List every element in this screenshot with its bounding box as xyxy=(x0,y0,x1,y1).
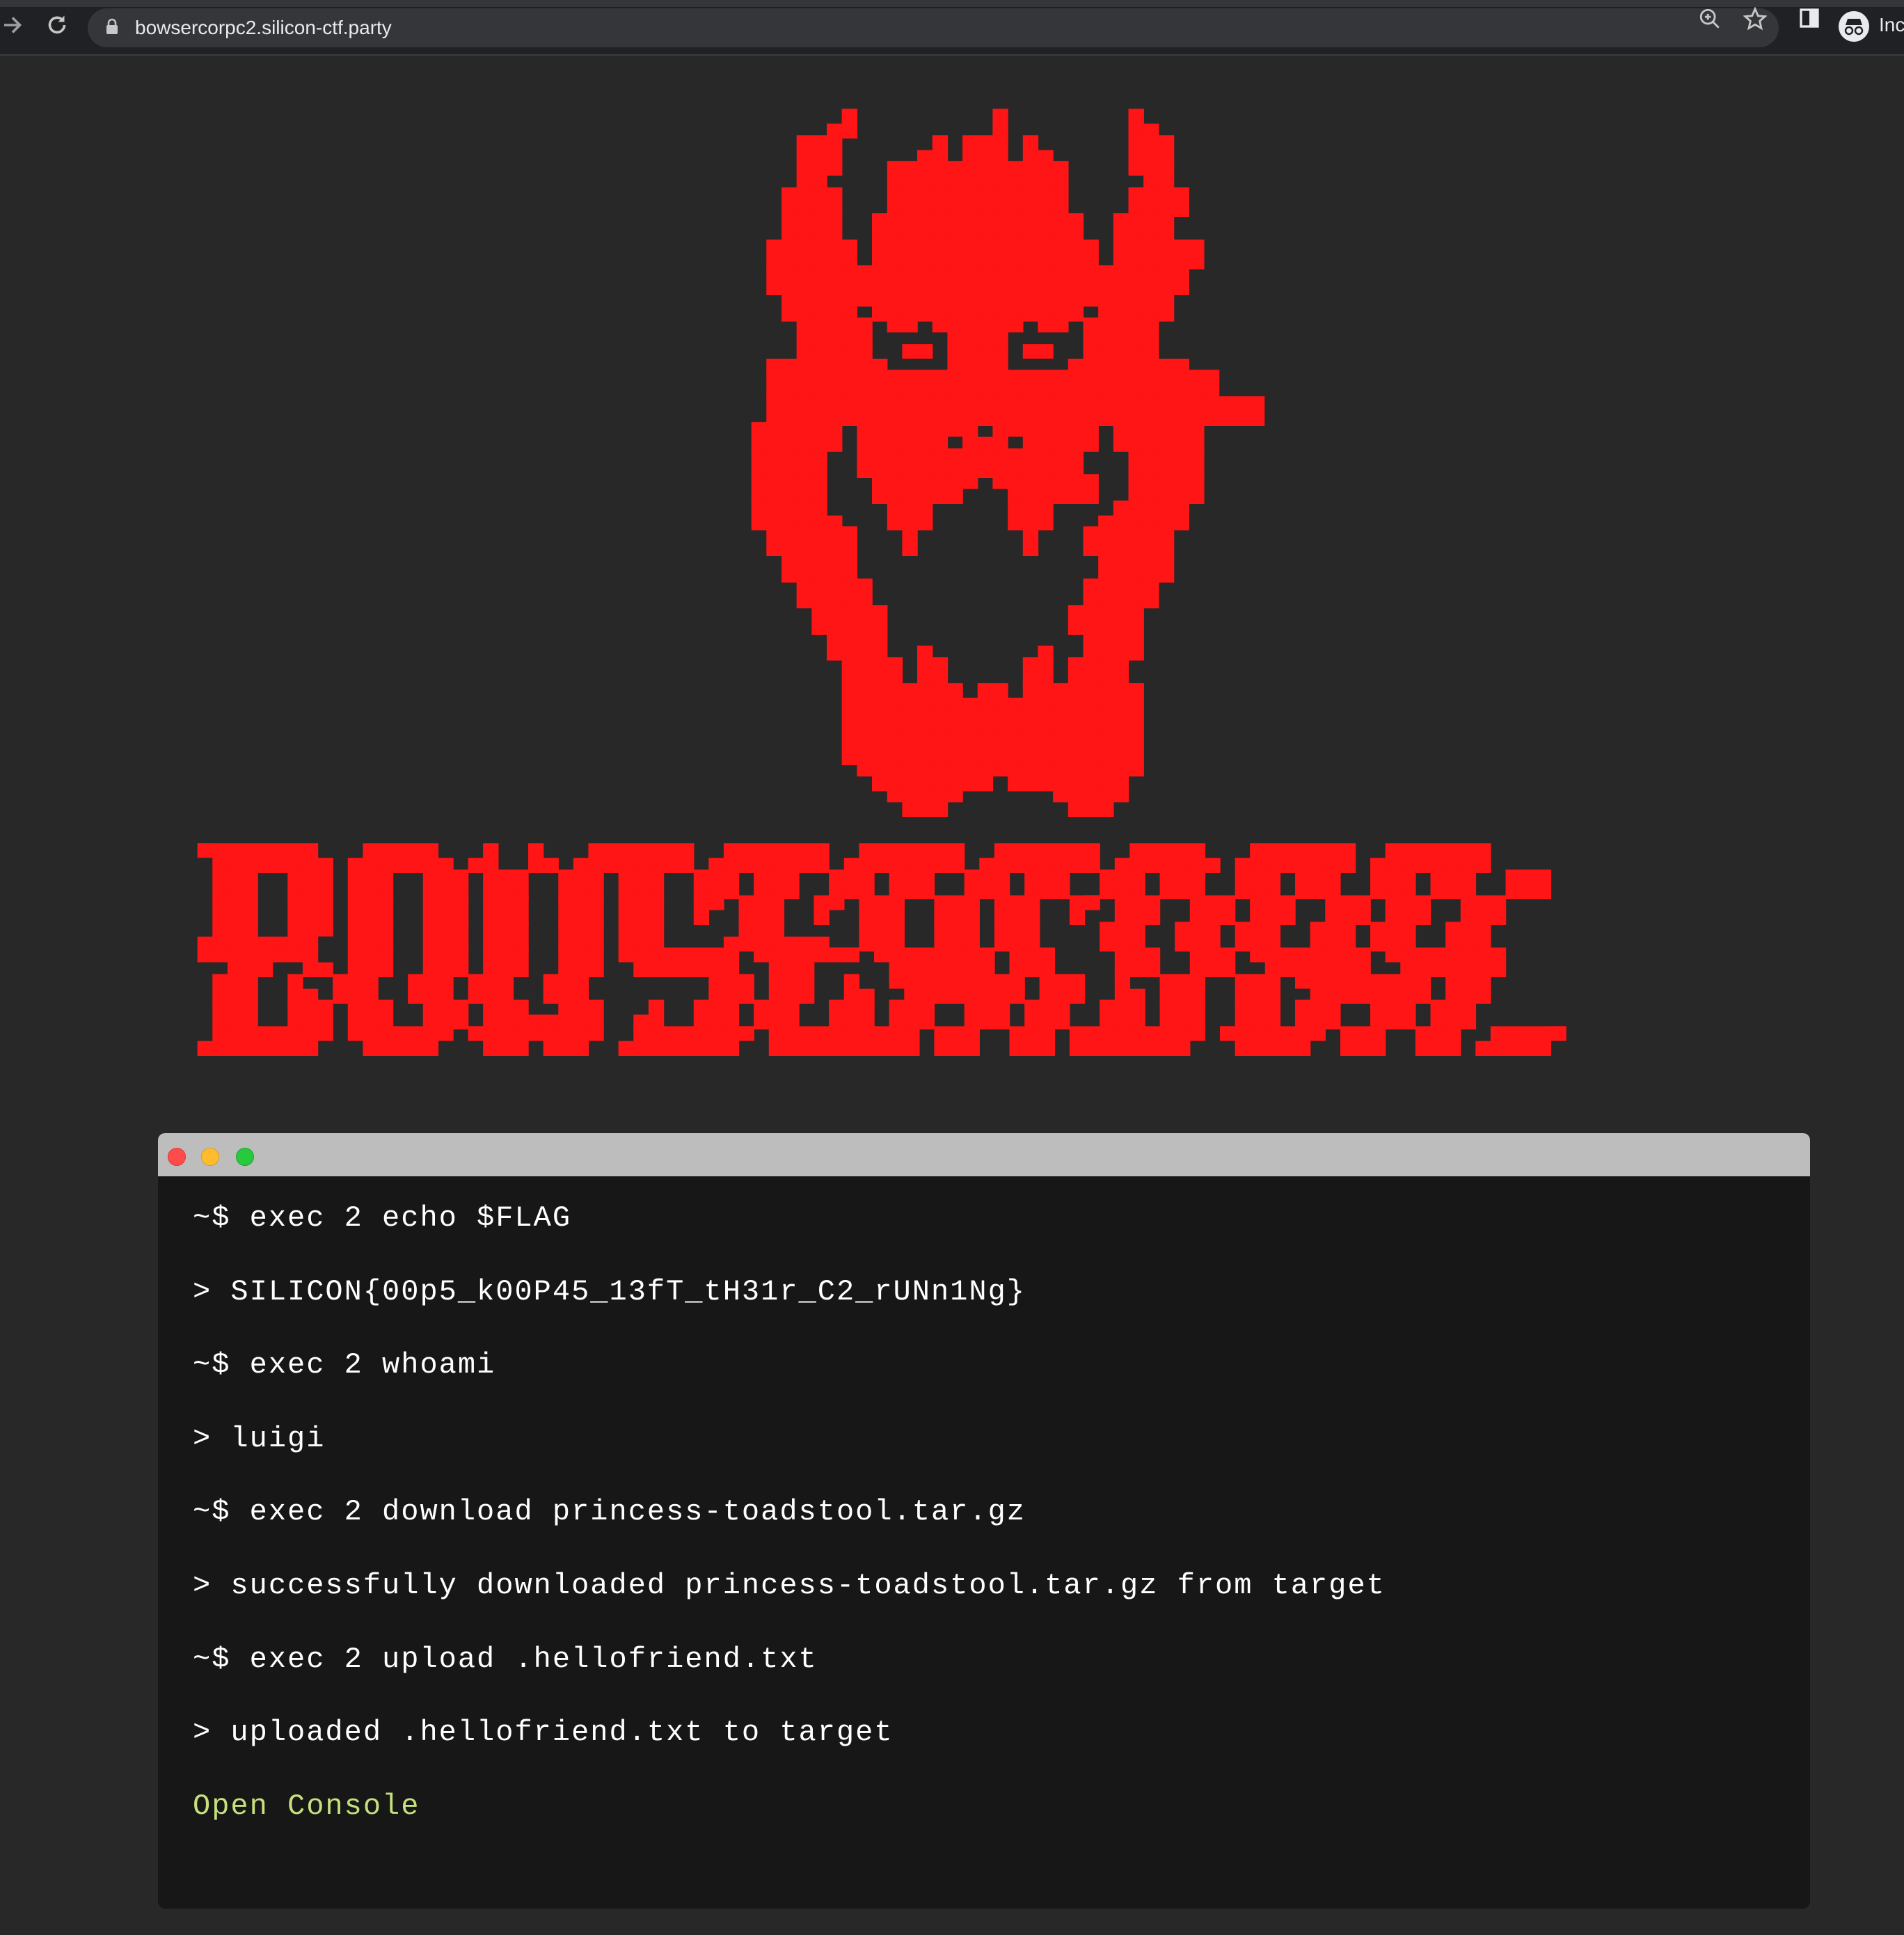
browser-toolbar: bowsercorpc2.silicon-ctf.party Inc xyxy=(0,0,1904,56)
terminal-line: ~$ exec 2 download princess-toadstool.ta… xyxy=(193,1495,1026,1529)
forward-arrow-icon[interactable] xyxy=(0,13,25,42)
profile-label[interactable]: Inc xyxy=(1879,14,1904,36)
address-bar[interactable]: bowsercorpc2.silicon-ctf.party xyxy=(88,8,1779,47)
tab-strip xyxy=(0,0,1904,7)
terminal-line: > uploaded .hellofriend.txt to target xyxy=(193,1716,894,1750)
close-dot-icon[interactable] xyxy=(168,1148,186,1166)
reload-icon[interactable] xyxy=(45,13,70,42)
maximize-dot-icon[interactable] xyxy=(236,1148,254,1166)
bowser-corp-ascii-title: ▀███████▄ ▄█████▄ ▄█ █▄ ▄███████ ▄██████… xyxy=(198,844,1566,1056)
incognito-icon[interactable] xyxy=(1839,11,1869,42)
open-console-link[interactable]: Open Console xyxy=(193,1770,1779,1844)
zoom-icon[interactable] xyxy=(1698,7,1722,37)
minimize-dot-icon[interactable] xyxy=(201,1148,219,1166)
star-icon[interactable] xyxy=(1743,6,1768,37)
terminal-line: > luigi xyxy=(193,1421,326,1455)
url-text[interactable]: bowsercorpc2.silicon-ctf.party xyxy=(135,15,392,40)
terminal-line: ~$ exec 2 whoami xyxy=(193,1348,496,1382)
lock-icon[interactable] xyxy=(106,18,118,35)
terminal-title-bar xyxy=(158,1133,1810,1176)
bowser-ascii-logo: ▄█ █ █▄ ███ ▄█ ███ █▄ ███ ██▀ ██████████… xyxy=(752,110,1264,817)
sidepanel-icon[interactable] xyxy=(1798,7,1820,35)
terminal-line: > successfully downloaded princess-toads… xyxy=(193,1568,1386,1602)
terminal-line: ~$ exec 2 upload .hellofriend.txt xyxy=(193,1642,818,1676)
terminal-line: ~$ exec 2 echo $FLAG xyxy=(193,1201,572,1235)
terminal-window: ~$ exec 2 echo $FLAG > SILICON{00p5_k00P… xyxy=(158,1133,1810,1909)
terminal-line: > SILICON{00p5_k00P45_13fT_tH31r_C2_rUNn… xyxy=(193,1274,1026,1309)
terminal-output: ~$ exec 2 echo $FLAG > SILICON{00p5_k00P… xyxy=(193,1182,1779,1843)
